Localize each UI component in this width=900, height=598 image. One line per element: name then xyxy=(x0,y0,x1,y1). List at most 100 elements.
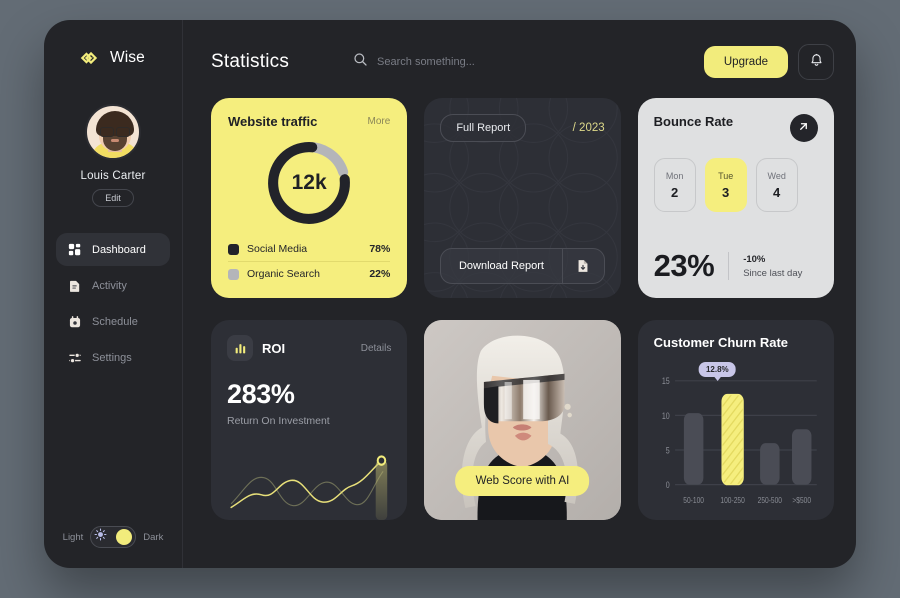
day-label: Tue xyxy=(718,170,734,181)
traffic-header: Website traffic More xyxy=(228,114,390,129)
sidebar-item-schedule[interactable]: Schedule xyxy=(56,305,170,338)
roi-card: ROI Details 283% Return On Investment xyxy=(211,320,408,520)
sidebar-item-activity[interactable]: Activity xyxy=(56,269,170,302)
day-label: Mon xyxy=(665,170,684,181)
cards-grid: Website traffic More 12k Social Media 78… xyxy=(211,98,834,548)
roi-header: ROI Details xyxy=(227,335,391,361)
roi-title: ROI xyxy=(262,340,286,356)
file-download-icon[interactable] xyxy=(561,249,604,283)
traffic-more-link[interactable]: More xyxy=(368,116,391,127)
bounce-header: Bounce Rate xyxy=(654,114,818,142)
roi-value: 283% xyxy=(227,379,295,409)
brand: Wise xyxy=(44,42,182,74)
churn-title: Customer Churn Rate xyxy=(653,335,789,350)
traffic-legend: Social Media 78% Organic Search 22% xyxy=(228,237,391,286)
notifications-button[interactable] xyxy=(798,44,834,80)
bounce-delta-group: -10% Since last day xyxy=(743,254,802,279)
roi-title-group: ROI xyxy=(227,335,285,361)
day-number: 4 xyxy=(773,184,781,200)
day-chip-wed[interactable]: Wed 4 xyxy=(755,158,798,212)
sidebar-item-settings[interactable]: Settings xyxy=(56,341,170,374)
bar-chart-icon xyxy=(227,335,253,361)
traffic-donut-chart: 12k xyxy=(228,129,390,237)
sidebar-item-label: Schedule xyxy=(92,315,138,328)
theme-switch-knob xyxy=(116,529,133,545)
day-number: 2 xyxy=(671,184,679,200)
brand-name: Wise xyxy=(110,49,145,66)
day-label: Wed xyxy=(767,170,786,181)
legend-item: Social Media 78% xyxy=(228,237,390,261)
bounce-day-selector: Mon 2 Tue 3 Wed 4 xyxy=(653,158,818,212)
roi-subtitle: Return On Investment xyxy=(227,415,330,427)
sidebar: Wise Louis Carter Edit Dashboard Activit… xyxy=(44,20,183,568)
legend-label: Social Media xyxy=(247,243,308,255)
sidebar-item-dashboard[interactable]: Dashboard xyxy=(56,233,170,266)
bell-icon xyxy=(809,53,824,71)
legend-label: Organic Search xyxy=(247,268,320,280)
avatar xyxy=(85,104,141,160)
day-chip-tue[interactable]: Tue 3 xyxy=(704,158,747,212)
profile: Louis Carter Edit xyxy=(44,104,182,207)
legend-swatch-organic xyxy=(228,268,239,280)
bounce-value: 23% xyxy=(653,248,715,283)
topbar: Statistics Upgrade xyxy=(211,42,834,82)
sidebar-item-label: Settings xyxy=(92,351,132,364)
divider xyxy=(728,252,730,280)
download-report-label: Download Report xyxy=(458,260,544,272)
web-score-button[interactable]: Web Score with AI xyxy=(455,466,590,496)
legend-value: 78% xyxy=(369,243,391,255)
profile-name: Louis Carter xyxy=(80,170,146,182)
legend-swatch-social xyxy=(228,243,239,255)
edit-profile-button[interactable]: Edit xyxy=(92,189,134,207)
document-icon xyxy=(67,278,82,293)
legend-item: Organic Search 22% xyxy=(228,261,391,286)
svg-text:0: 0 xyxy=(665,480,669,490)
bounce-delta: -10% xyxy=(743,253,766,265)
sun-icon xyxy=(94,528,107,546)
main-content: Statistics Upgrade xyxy=(183,20,856,568)
arrow-up-right-icon xyxy=(797,120,810,136)
sliders-icon xyxy=(67,350,82,365)
bounce-rate-card: Bounce Rate Mon 2 Tue 3 Wed 4 23% -10% S… xyxy=(637,98,834,298)
website-traffic-card: Website traffic More 12k Social Media 78… xyxy=(211,98,408,298)
roi-line-chart xyxy=(227,448,391,520)
legend-value: 22% xyxy=(369,268,391,280)
churn-tooltip: 12.8% xyxy=(698,362,736,381)
wise-logo-icon xyxy=(80,47,102,69)
theme-dark-label: Dark xyxy=(143,531,164,543)
app-window: Wise Louis Carter Edit Dashboard Activit… xyxy=(44,20,856,568)
svg-text:50-100: 50-100 xyxy=(683,495,704,505)
bounce-delta-note: Since last day xyxy=(743,267,803,279)
roi-details-link[interactable]: Details xyxy=(361,343,392,354)
svg-text:250-500: 250-500 xyxy=(757,495,781,505)
sidebar-nav: Dashboard Activity Schedule Settings xyxy=(44,233,182,374)
theme-toggle-group: Light Dark xyxy=(44,526,182,552)
search-box[interactable] xyxy=(353,52,704,72)
web-score-promo-card: Web Score with AI xyxy=(424,320,621,520)
report-header: Full Report / 2023 xyxy=(440,114,605,142)
calendar-icon xyxy=(67,314,82,329)
svg-text:100-250: 100-250 xyxy=(720,495,744,505)
sidebar-item-label: Activity xyxy=(92,279,127,292)
svg-text:>$500: >$500 xyxy=(792,495,811,505)
page-title: Statistics xyxy=(211,51,290,72)
svg-text:10: 10 xyxy=(661,411,669,421)
bounce-expand-button[interactable] xyxy=(789,114,818,142)
theme-switch[interactable] xyxy=(90,526,137,548)
full-report-button[interactable]: Full Report xyxy=(440,114,527,142)
traffic-title: Website traffic xyxy=(228,114,318,129)
day-chip-mon[interactable]: Mon 2 xyxy=(653,158,696,212)
report-year: / 2023 xyxy=(572,122,605,134)
grid-icon xyxy=(67,242,82,257)
day-number: 3 xyxy=(722,184,730,200)
traffic-center-value: 12k xyxy=(291,171,327,194)
theme-light-label: Light xyxy=(62,531,84,543)
svg-text:5: 5 xyxy=(665,446,669,456)
svg-text:15: 15 xyxy=(661,376,669,386)
search-input[interactable] xyxy=(377,56,618,68)
bounce-summary: 23% -10% Since last day xyxy=(654,248,818,284)
upgrade-button[interactable]: Upgrade xyxy=(703,46,788,78)
full-report-card: Full Report / 2023 Download Report xyxy=(424,98,621,298)
download-report-button[interactable]: Download Report xyxy=(440,248,605,284)
customer-churn-card: Customer Churn Rate 12.8% 0 5 10 15 50-1… xyxy=(637,320,834,520)
